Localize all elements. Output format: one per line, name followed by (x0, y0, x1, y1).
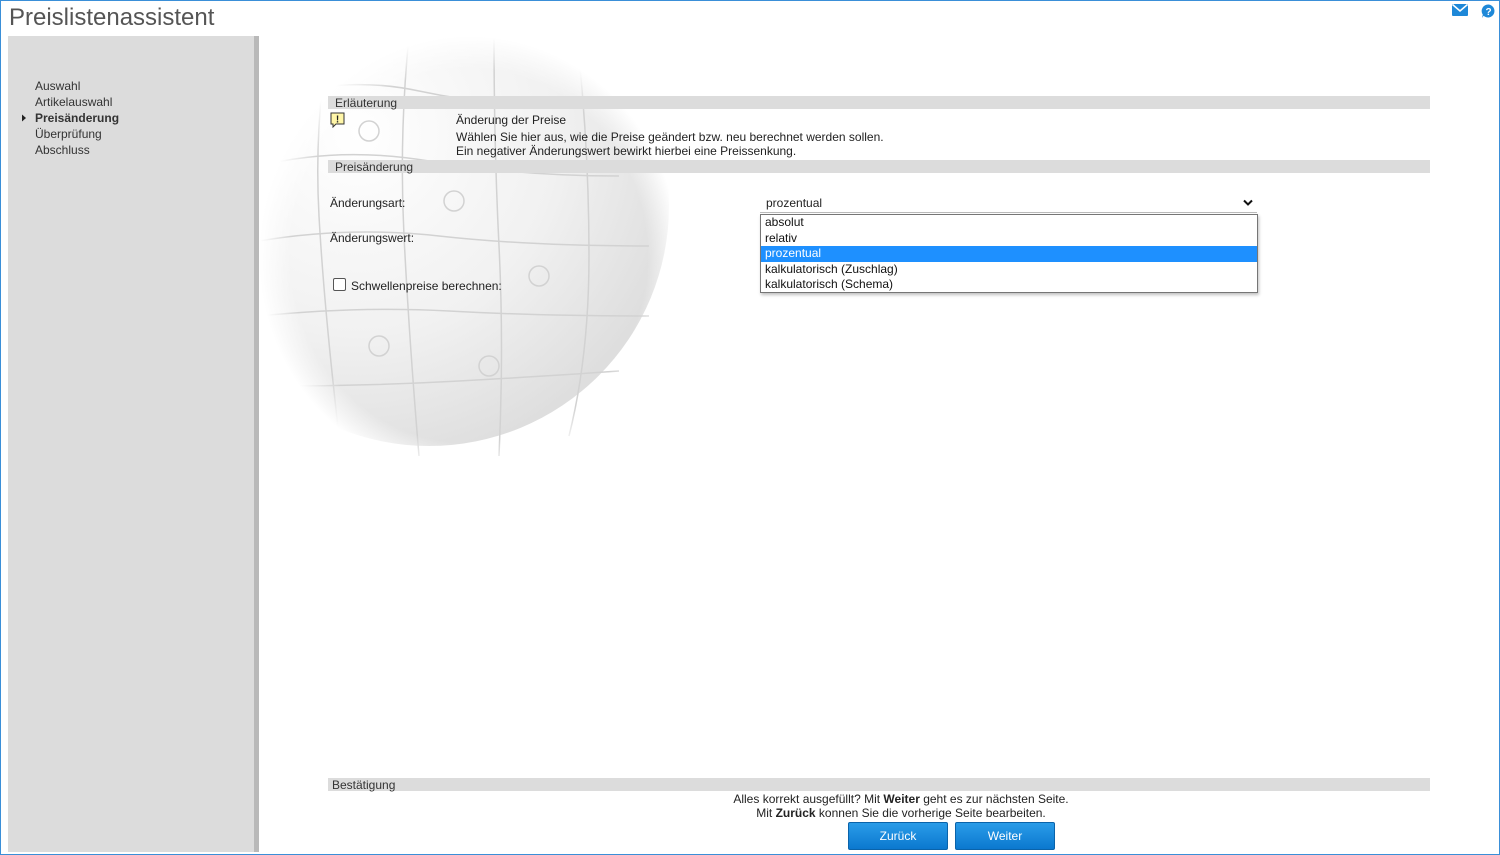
svg-text:!: ! (336, 115, 339, 126)
confirmation-line-1-text: Alles korrekt ausgefüllt? Mit (733, 792, 884, 806)
explanation-line-1: Wählen Sie hier aus, wie die Preise geän… (456, 130, 884, 144)
option-relativ[interactable]: relativ (761, 231, 1257, 247)
confirmation-section-label: Bestätigung (332, 778, 396, 792)
next-button[interactable]: Weiter (955, 822, 1055, 850)
change-type-options-list: absolut relativ prozentual kalkulatorisc… (760, 214, 1258, 293)
confirmation-line-2: Mit Zurück konnen Sie die vorherige Seit… (660, 806, 1142, 820)
sidebar-item-label: Preisänderung (35, 111, 120, 125)
help-icon[interactable]: ? (1481, 4, 1496, 22)
confirmation-line-1-bold: Weiter (883, 792, 920, 806)
current-step-arrow-icon (22, 114, 26, 122)
mail-icon[interactable] (1451, 3, 1469, 19)
option-prozentual[interactable]: prozentual (761, 246, 1257, 262)
change-type-select[interactable]: prozentual (760, 193, 1257, 213)
option-kalkulatorisch-schema[interactable]: kalkulatorisch (Schema) (761, 277, 1257, 293)
threshold-prices-label: Schwellenpreise berechnen: (351, 279, 502, 293)
confirmation-line-2-text: Mit (756, 806, 776, 820)
confirmation-line-2-bold: Zurück (775, 806, 816, 820)
threshold-prices-checkbox[interactable] (333, 278, 346, 291)
chevron-down-icon (1243, 199, 1253, 206)
change-type-label: Änderungsart: (330, 196, 406, 210)
option-kalkulatorisch-zuschlag[interactable]: kalkulatorisch (Zuschlag) (761, 262, 1257, 278)
explanation-section-bar (328, 96, 1430, 109)
option-absolut[interactable]: absolut (761, 215, 1257, 231)
change-value-label: Änderungswert: (330, 231, 415, 245)
sidebar-item-abschluss[interactable]: Abschluss (35, 142, 119, 158)
confirmation-line-2-text-end: konnen Sie die vorherige Seite bearbeite… (815, 806, 1046, 820)
change-type-selected-value: prozentual (766, 196, 823, 210)
sidebar-item-ueberpruefung[interactable]: Überprüfung (35, 126, 119, 142)
price-change-section-bar (328, 160, 1430, 173)
sidebar (8, 36, 254, 852)
explanation-heading: Änderung der Preise (456, 113, 567, 127)
sidebar-item-artikelauswahl[interactable]: Artikelauswahl (35, 94, 119, 110)
sidebar-item-preisaenderung[interactable]: Preisänderung (22, 110, 120, 126)
explanation-section-label: Erläuterung (335, 96, 398, 110)
page-title: Preislistenassistent (9, 4, 215, 31)
sidebar-nav: Auswahl Artikelauswahl Preisänderung Übe… (22, 78, 120, 158)
confirmation-line-1-text-end: geht es zur nächsten Seite. (919, 792, 1069, 806)
confirmation-section-bar (328, 778, 1430, 791)
price-change-section-label: Preisänderung (335, 160, 414, 174)
explanation-line-2: Ein negativer Änderungswert bewirkt hier… (456, 144, 797, 158)
confirmation-line-1: Alles korrekt ausgefüllt? Mit Weiter geh… (660, 792, 1142, 806)
info-note-icon: ! (330, 112, 345, 131)
svg-text:?: ? (1485, 7, 1491, 18)
sidebar-item-auswahl[interactable]: Auswahl (35, 78, 119, 94)
back-button[interactable]: Zurück (848, 822, 948, 850)
